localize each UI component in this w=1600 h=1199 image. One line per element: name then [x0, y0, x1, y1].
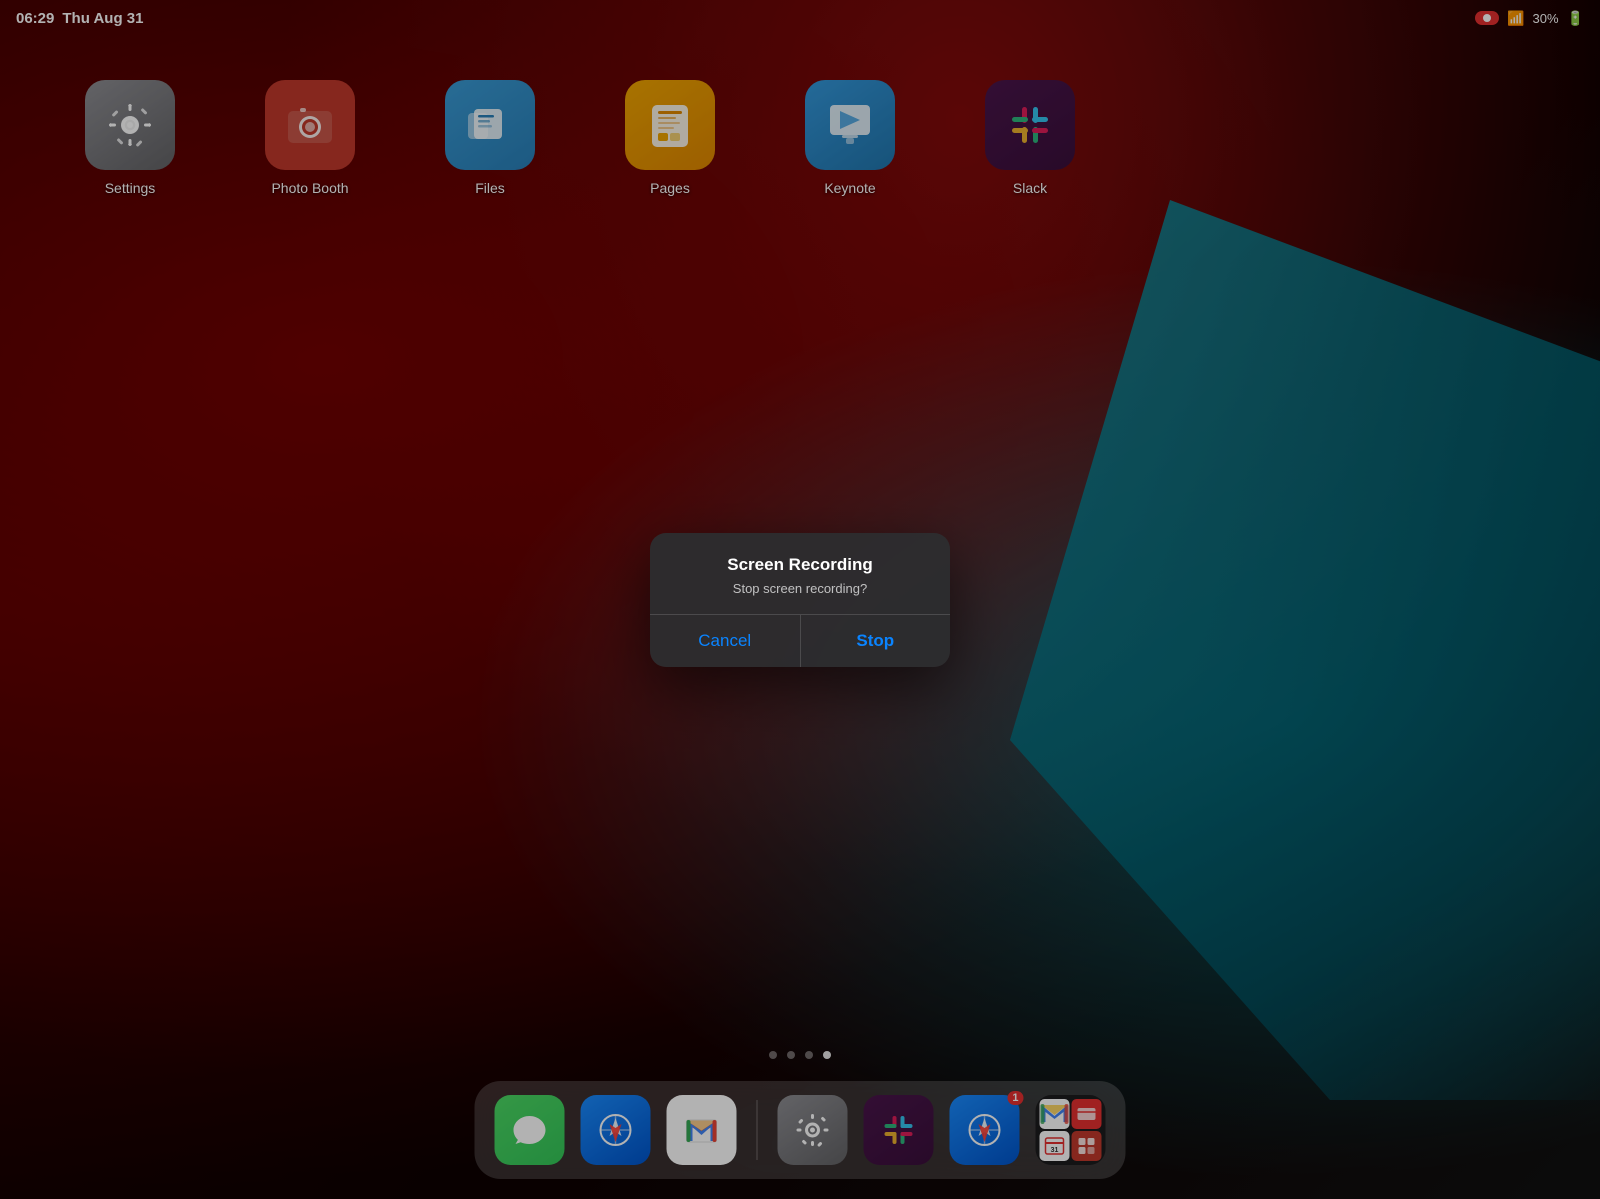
cancel-button[interactable]: Cancel: [650, 615, 801, 667]
stop-button[interactable]: Stop: [801, 615, 951, 667]
dialog-buttons: Cancel Stop: [650, 614, 950, 667]
dialog-title: Screen Recording: [670, 555, 930, 575]
dialog-body: Screen Recording Stop screen recording?: [650, 533, 950, 614]
dialog-message: Stop screen recording?: [670, 581, 930, 596]
screen-recording-dialog: Screen Recording Stop screen recording? …: [650, 533, 950, 667]
